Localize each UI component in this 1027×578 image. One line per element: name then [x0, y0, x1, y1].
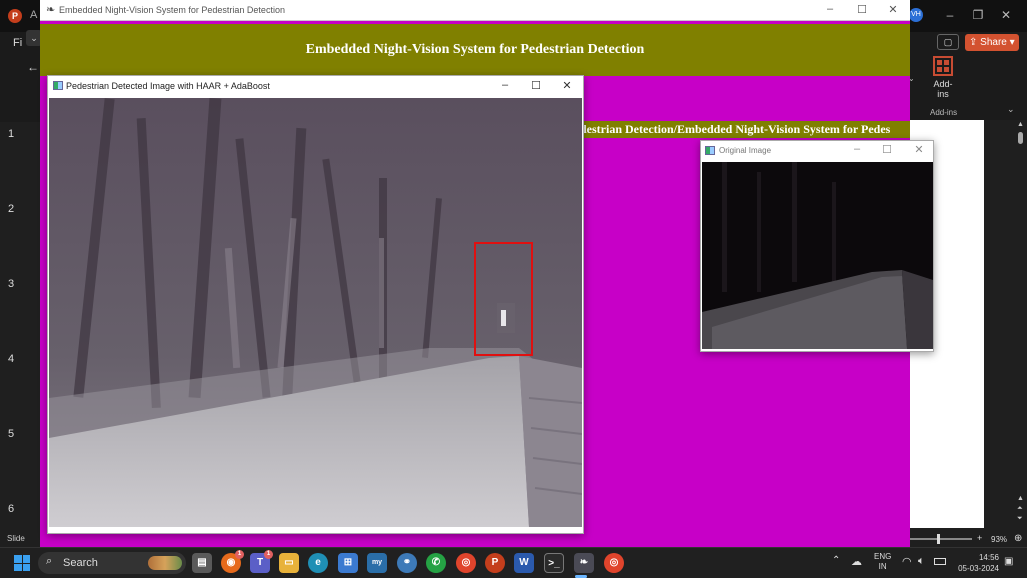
minimize-icon[interactable]: –: [850, 143, 864, 155]
word-icon[interactable]: W: [514, 553, 534, 573]
python-icon[interactable]: ⚭: [397, 553, 417, 573]
powerpoint-logo-icon: P: [8, 9, 22, 23]
mysql-icon[interactable]: my: [367, 553, 387, 573]
detected-night-vision-image: [49, 98, 582, 527]
taskbar-search-box[interactable]: ⌕ Search: [38, 552, 186, 574]
fit-slide-icon[interactable]: ⊕: [1014, 533, 1022, 544]
file-tab[interactable]: Fi: [13, 37, 22, 49]
file-icon[interactable]: ▤: [192, 553, 212, 573]
addins-button[interactable]: Add-ins: [928, 56, 958, 99]
notification-center-icon[interactable]: ▣: [1004, 556, 1013, 567]
lang-line: IN: [878, 562, 887, 571]
taskbar-clock[interactable]: 14:56 05-03-2024: [955, 552, 999, 574]
opencv-window-icon: [705, 146, 715, 155]
zoom-slider[interactable]: [910, 538, 972, 540]
scroll-up-icon[interactable]: ▲: [1017, 121, 1024, 128]
app-titlebar[interactable]: ❧ Embedded Night-Vision System for Pedes…: [40, 0, 910, 21]
input-language-indicator[interactable]: ENG IN: [874, 552, 891, 572]
slide-number[interactable]: 2: [8, 203, 14, 215]
close-icon[interactable]: ✕: [560, 79, 574, 92]
ppt-restore-icon[interactable]: ❐: [971, 8, 985, 22]
detected-window-titlebar[interactable]: Pedestrian Detected Image with HAAR + Ad…: [48, 76, 583, 96]
share-button[interactable]: ⇪ Share ▾: [965, 34, 1019, 51]
slide-number[interactable]: 6: [8, 503, 14, 515]
comments-button[interactable]: ▢: [937, 34, 959, 50]
chrome-icon[interactable]: ◎: [456, 553, 476, 573]
maximize-icon[interactable]: ☐: [529, 79, 543, 92]
tray-overflow-chevron-icon[interactable]: ⌃: [832, 555, 840, 566]
original-image-window: Original Image – ☐ ✕: [700, 140, 934, 352]
teams-icon[interactable]: T1: [250, 550, 273, 573]
addins-group-label: Add-ins: [930, 108, 958, 117]
slide-number[interactable]: 3: [8, 278, 14, 290]
user-avatar[interactable]: VH: [909, 8, 923, 22]
ribbon-expand-chevron-icon[interactable]: ⌄: [1007, 104, 1015, 115]
lang-line: ENG: [874, 552, 892, 561]
next-slide-icon[interactable]: ⏷: [1017, 515, 1023, 523]
volume-icon[interactable]: 🔈︎: [918, 555, 925, 568]
close-icon[interactable]: ✕: [912, 143, 926, 156]
terminal-icon[interactable]: >_: [544, 553, 564, 573]
onedrive-cloud-icon[interactable]: ☁: [851, 555, 862, 568]
close-icon[interactable]: ✕: [886, 3, 900, 16]
notification-badge: 1: [264, 550, 273, 559]
folder-icon[interactable]: ▭: [279, 553, 299, 573]
minimize-icon[interactable]: –: [498, 79, 512, 91]
scrolling-marquee: destrian Detection/Embedded Night-Vision…: [580, 121, 910, 138]
app-header-title: Embedded Night-Vision System for Pedestr…: [305, 42, 645, 57]
app-window-title: Embedded Night-Vision System for Pedestr…: [59, 5, 285, 15]
status-slide-indicator: Slide: [7, 534, 25, 543]
windows-taskbar: ⌕ Search ▤ ◉ 1 T1 ▭ e ⊞ my ⚭ ✆ ◎ P W >_ ❧…: [0, 547, 1027, 578]
slide-number[interactable]: 1: [8, 128, 14, 140]
zoom-level[interactable]: 93%: [991, 535, 1007, 544]
scroll-up-icon[interactable]: ▲: [1017, 495, 1024, 502]
minimize-icon[interactable]: –: [823, 3, 837, 15]
wifi-icon[interactable]: ◠: [902, 555, 912, 568]
search-highlight-image: [148, 556, 182, 570]
powerpoint-icon[interactable]: P: [485, 553, 505, 573]
opencv-window-icon: [53, 81, 63, 90]
detected-image-window: Pedestrian Detected Image with HAAR + Ad…: [47, 75, 584, 534]
python-idle-icon[interactable]: ❧: [574, 553, 594, 573]
back-arrow-icon[interactable]: ←: [27, 60, 39, 74]
slide-thumbnail-panel: [0, 122, 40, 534]
detected-window-title: Pedestrian Detected Image with HAAR + Ad…: [66, 81, 270, 91]
zoom-slider-thumb[interactable]: [937, 534, 940, 544]
pedestrian-figure: [501, 310, 506, 326]
prev-slide-icon[interactable]: ⏶: [1017, 505, 1023, 513]
marquee-text: destrian Detection/Embedded Night-Vision…: [580, 122, 891, 136]
slide-scrollbar[interactable]: ▲ ▲ ⏶ ⏷: [1014, 120, 1027, 528]
chrome-alt-icon[interactable]: ◎: [604, 553, 624, 573]
original-window-titlebar[interactable]: Original Image – ☐ ✕: [701, 141, 933, 160]
notification-badge: 1: [235, 550, 244, 559]
original-window-title: Original Image: [719, 146, 772, 155]
search-label: Search: [63, 557, 98, 569]
zoom-in-icon[interactable]: +: [977, 533, 982, 543]
share-label: Share: [980, 37, 1007, 48]
maximize-icon[interactable]: ☐: [880, 143, 894, 156]
store-icon[interactable]: ⊞: [338, 553, 358, 573]
powerpoint-title: A: [30, 9, 38, 21]
battery-icon[interactable]: [934, 558, 946, 565]
app-header-banner: Embedded Night-Vision System for Pedestr…: [40, 24, 910, 76]
original-night-image: [702, 162, 933, 349]
clock-time: 14:56: [978, 553, 999, 562]
slide-number[interactable]: 5: [8, 428, 14, 440]
addins-grid-icon: [933, 56, 953, 76]
addins-label: Add-ins: [933, 79, 953, 99]
ppt-close-icon[interactable]: ✕: [999, 8, 1013, 22]
scrollbar-thumb[interactable]: [1018, 132, 1023, 144]
search-icon: ⌕: [46, 555, 53, 567]
dark-road-scene: [702, 162, 933, 349]
whatsapp-icon[interactable]: ✆: [426, 553, 446, 573]
clock-date: 05-03-2024: [958, 564, 999, 573]
slide-number[interactable]: 4: [8, 353, 14, 365]
maximize-icon[interactable]: ☐: [855, 3, 869, 16]
firefox-icon[interactable]: ◉ 1: [221, 550, 244, 573]
feather-icon: ❧: [46, 4, 56, 16]
enhanced-road-scene: [49, 98, 582, 527]
windows-start-icon[interactable]: [14, 555, 30, 571]
ppt-minimize-icon[interactable]: –: [943, 8, 957, 22]
edge-icon[interactable]: e: [308, 553, 328, 573]
